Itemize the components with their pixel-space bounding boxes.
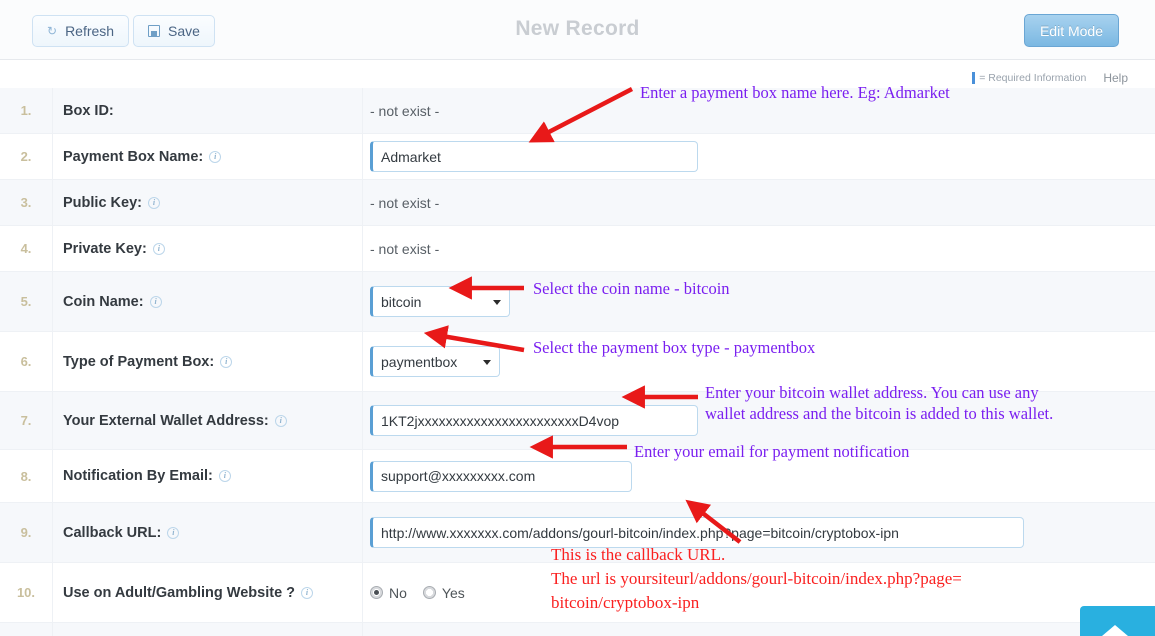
- row-label: Private Key: i: [52, 226, 362, 271]
- coin-name-selected-value: bitcoin: [381, 293, 422, 310]
- row-label-text: Public Key:: [63, 194, 142, 211]
- radio-option-label: Yes: [441, 584, 465, 601]
- record-form: 1. Box ID: - not exist - 2. Payment Box Name…: [0, 88, 1155, 636]
- callback-url-input[interactable]: [370, 517, 1024, 548]
- adult-usage-radio-group: No Yes: [370, 585, 465, 601]
- box-id-value: - not exist -: [370, 102, 440, 119]
- row-number: 5.: [20, 294, 32, 309]
- info-icon[interactable]: i: [167, 526, 180, 539]
- form-row: 1. Box ID: - not exist -: [0, 88, 1155, 134]
- public-key-value: - not exist -: [370, 194, 440, 211]
- info-icon[interactable]: i: [274, 414, 287, 427]
- row-label: Payment Box Name: i: [52, 134, 362, 179]
- edit-mode-button[interactable]: Edit Mode: [1023, 14, 1119, 47]
- required-information-note: = Required Information: [972, 72, 1086, 84]
- radio-dot-icon: [422, 586, 436, 599]
- row-field: [362, 392, 1155, 449]
- page-root: ↻ Refresh Save New Record Edit Mode = Re…: [0, 0, 1155, 636]
- info-icon[interactable]: i: [147, 196, 160, 209]
- radio-option-label: No: [389, 584, 407, 601]
- info-icon[interactable]: i: [218, 470, 231, 482]
- required-marker-icon: [972, 72, 976, 84]
- row-number: 6.: [20, 354, 32, 369]
- row-number: 1.: [20, 103, 32, 118]
- payment-box-name-input[interactable]: [370, 141, 698, 172]
- row-label-text: Use on Adult/Gambling Website ?: [63, 584, 296, 601]
- row-field: [362, 623, 1155, 636]
- row-number: 3.: [20, 195, 32, 210]
- row-label: Callback URL: i: [52, 503, 362, 562]
- radio-option-yes[interactable]: Yes: [422, 584, 465, 601]
- info-icon[interactable]: i: [220, 355, 233, 368]
- chat-bubble-icon[interactable]: [1080, 606, 1155, 636]
- row-field: bitcoin: [362, 272, 1155, 331]
- row-label-text: Callback URL:: [63, 524, 162, 541]
- row-label: Your External Wallet Address: i: [52, 392, 362, 449]
- info-icon[interactable]: i: [209, 150, 222, 163]
- info-icon[interactable]: i: [152, 242, 165, 255]
- radio-option-no[interactable]: No: [370, 585, 407, 601]
- toolbar: ↻ Refresh Save New Record Edit Mode: [0, 0, 1155, 60]
- row-field: - not exist -: [362, 180, 1155, 225]
- chevron-down-icon: [483, 359, 491, 365]
- row-label-text: Box ID:: [63, 102, 114, 119]
- row-field: paymentbox: [362, 332, 1155, 391]
- page-title: New Record: [515, 17, 640, 40]
- row-field: - not exist -: [362, 226, 1155, 271]
- row-label-text: Type of Payment Box:: [63, 353, 215, 370]
- form-row: 11.Resources / GoUrl Plugins:: [0, 623, 1155, 636]
- row-field: [362, 503, 1155, 562]
- box-type-select[interactable]: paymentbox: [370, 346, 500, 377]
- row-label: Coin Name: i: [52, 272, 362, 331]
- row-number: 7.: [20, 413, 32, 428]
- required-information-text: = Required Information: [979, 72, 1087, 84]
- row-label-text: Notification By Email:: [63, 468, 213, 484]
- info-icon[interactable]: i: [149, 295, 162, 308]
- coin-name-select[interactable]: bitcoin: [370, 286, 510, 317]
- required-legend: = Required Information Help: [972, 71, 1128, 85]
- form-row: 9. Callback URL: i: [0, 503, 1155, 563]
- row-number: 8.: [20, 468, 32, 484]
- help-link[interactable]: Help: [1103, 71, 1128, 85]
- private-key-value: - not exist -: [370, 240, 440, 257]
- row-label-text: Private Key:: [63, 240, 147, 257]
- row-field: [362, 450, 1155, 502]
- row-label: Use on Adult/Gambling Website ? i: [52, 563, 362, 622]
- form-row: 5. Coin Name: i bitcoin: [0, 272, 1155, 332]
- row-label-text: Your External Wallet Address:: [63, 412, 269, 429]
- form-row: 8. Notification By Email: i: [0, 450, 1155, 503]
- row-number: 4.: [20, 241, 32, 256]
- radio-dot-icon: [370, 586, 383, 599]
- row-label: Resources / GoUrl Plugins:: [52, 623, 362, 636]
- box-type-selected-value: paymentbox: [381, 353, 458, 370]
- edit-mode-button-label: Edit Mode: [1039, 22, 1103, 39]
- form-row: 2. Payment Box Name: i: [0, 134, 1155, 180]
- row-field: - not exist -: [362, 88, 1155, 133]
- row-label-text: Payment Box Name:: [63, 148, 204, 165]
- row-number: 9.: [20, 525, 32, 540]
- wallet-address-input[interactable]: [370, 405, 698, 436]
- form-row: 4. Private Key: i - not exist -: [0, 226, 1155, 272]
- row-label: Type of Payment Box: i: [52, 332, 362, 391]
- form-row: 10. Use on Adult/Gambling Website ? i No Yes: [0, 563, 1155, 623]
- row-number: 2.: [20, 149, 32, 164]
- form-row: 7. Your External Wallet Address: i: [0, 392, 1155, 450]
- row-field: No Yes: [362, 563, 1155, 622]
- row-label: Notification By Email: i: [52, 450, 362, 502]
- chevron-down-icon: [493, 299, 501, 305]
- form-row: 3. Public Key: i - not exist -: [0, 180, 1155, 226]
- row-label-text: Coin Name:: [63, 293, 144, 310]
- email-input[interactable]: [370, 460, 632, 492]
- row-number: 10.: [16, 585, 36, 600]
- info-icon[interactable]: i: [301, 586, 314, 599]
- form-row: 6. Type of Payment Box: i paymentbox: [0, 332, 1155, 392]
- row-label: Box ID:: [52, 88, 362, 133]
- row-label: Public Key: i: [52, 180, 362, 225]
- row-field: [362, 134, 1155, 179]
